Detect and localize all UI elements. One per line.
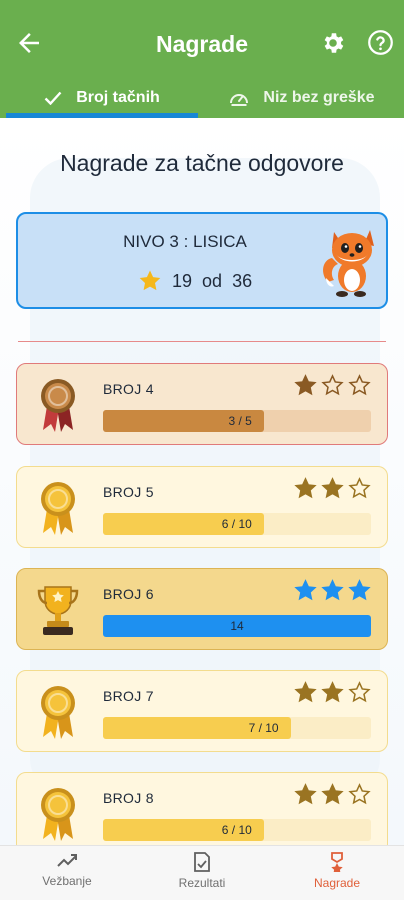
award-label: BROJ 4 — [103, 381, 154, 397]
star-rating — [294, 783, 371, 806]
star-filled-icon — [294, 477, 317, 499]
progress-bar: 6 / 10 — [103, 513, 371, 535]
divider — [18, 341, 386, 342]
level-of: od — [202, 270, 223, 291]
progress-bar: 6 / 10 — [103, 819, 371, 841]
award-label: BROJ 8 — [103, 790, 154, 806]
gold-medal-icon — [41, 482, 75, 535]
award-card[interactable]: BROJ 5 6 / 10 — [16, 466, 388, 548]
star-filled-icon — [294, 783, 317, 805]
level-card: NIVO 3 : LISICA 19 od 36 — [16, 212, 388, 309]
star-outline-icon — [348, 681, 371, 703]
tab-label: Niz bez greške — [263, 89, 375, 106]
check-icon — [44, 91, 62, 105]
results-icon — [194, 852, 210, 872]
nav-item-results[interactable]: Rezultati — [135, 852, 269, 890]
progress-bar: 3 / 5 — [103, 410, 371, 432]
star-filled-icon — [348, 579, 371, 601]
bottom-nav: Vežbanje Rezultati Nagrade — [0, 845, 404, 900]
star-rating — [294, 374, 371, 397]
tab-correct-count[interactable]: Broj tačnih — [6, 78, 198, 118]
help-icon[interactable] — [367, 29, 394, 56]
star-outline-icon — [348, 374, 371, 396]
award-card[interactable]: BROJ 6 14 — [16, 568, 388, 650]
star-filled-icon — [321, 579, 344, 601]
level-progress: 19 od 36 — [138, 269, 252, 293]
star-rating — [294, 477, 371, 500]
trend-icon — [57, 854, 77, 867]
gear-icon[interactable] — [320, 30, 346, 56]
level-count: 19 — [172, 270, 193, 291]
award-label: BROJ 6 — [103, 586, 154, 602]
nav-item-practice[interactable]: Vežbanje — [0, 852, 134, 888]
award-card[interactable]: BROJ 4 3 / 5 — [16, 363, 388, 445]
star-filled-icon — [294, 374, 317, 396]
star-icon — [139, 270, 161, 291]
bronze-medal-icon — [41, 379, 75, 432]
award-icon — [331, 852, 343, 872]
star-rating — [294, 579, 371, 602]
star-outline-icon — [348, 783, 371, 805]
star-rating — [294, 681, 371, 704]
nav-item-awards[interactable]: Nagrade — [270, 852, 404, 890]
gold-medal-icon — [41, 686, 75, 739]
tab-streak[interactable]: Niz bez greške — [206, 78, 398, 118]
award-label: BROJ 5 — [103, 484, 154, 500]
progress-text: 14 — [230, 619, 244, 633]
tab-label: Broj tačnih — [76, 89, 160, 106]
gold-medal-icon — [41, 788, 75, 841]
award-card[interactable]: BROJ 8 6 / 10 — [16, 772, 388, 854]
speedometer-icon — [230, 94, 249, 106]
progress-text: 7 / 10 — [248, 721, 279, 735]
progress-text: 3 / 5 — [228, 414, 252, 428]
progress-text: 6 / 10 — [221, 823, 252, 837]
nav-label: Rezultati — [178, 876, 226, 890]
nav-label: Nagrade — [313, 876, 361, 890]
section-heading: Nagrade za tačne odgovore — [60, 150, 344, 176]
progress-bar: 14 — [103, 615, 371, 637]
level-total: 36 — [232, 270, 253, 291]
progress-bar: 7 / 10 — [103, 717, 371, 739]
app-bar: Nagrade Broj tačnih Niz bez greške — [0, 0, 404, 118]
nav-label: Vežbanje — [42, 874, 92, 888]
award-label: BROJ 7 — [103, 688, 154, 704]
star-filled-icon — [294, 579, 317, 601]
star-outline-icon — [321, 374, 344, 396]
star-outline-icon — [348, 477, 371, 499]
progress-text: 6 / 10 — [221, 517, 252, 531]
star-filled-icon — [321, 783, 344, 805]
trophy-icon — [37, 586, 79, 635]
star-filled-icon — [294, 681, 317, 703]
award-card[interactable]: BROJ 7 7 / 10 — [16, 670, 388, 752]
star-filled-icon — [321, 681, 344, 703]
level-title: NIVO 3 : LISICA — [123, 232, 247, 251]
star-filled-icon — [321, 477, 344, 499]
fox-icon — [323, 230, 374, 297]
